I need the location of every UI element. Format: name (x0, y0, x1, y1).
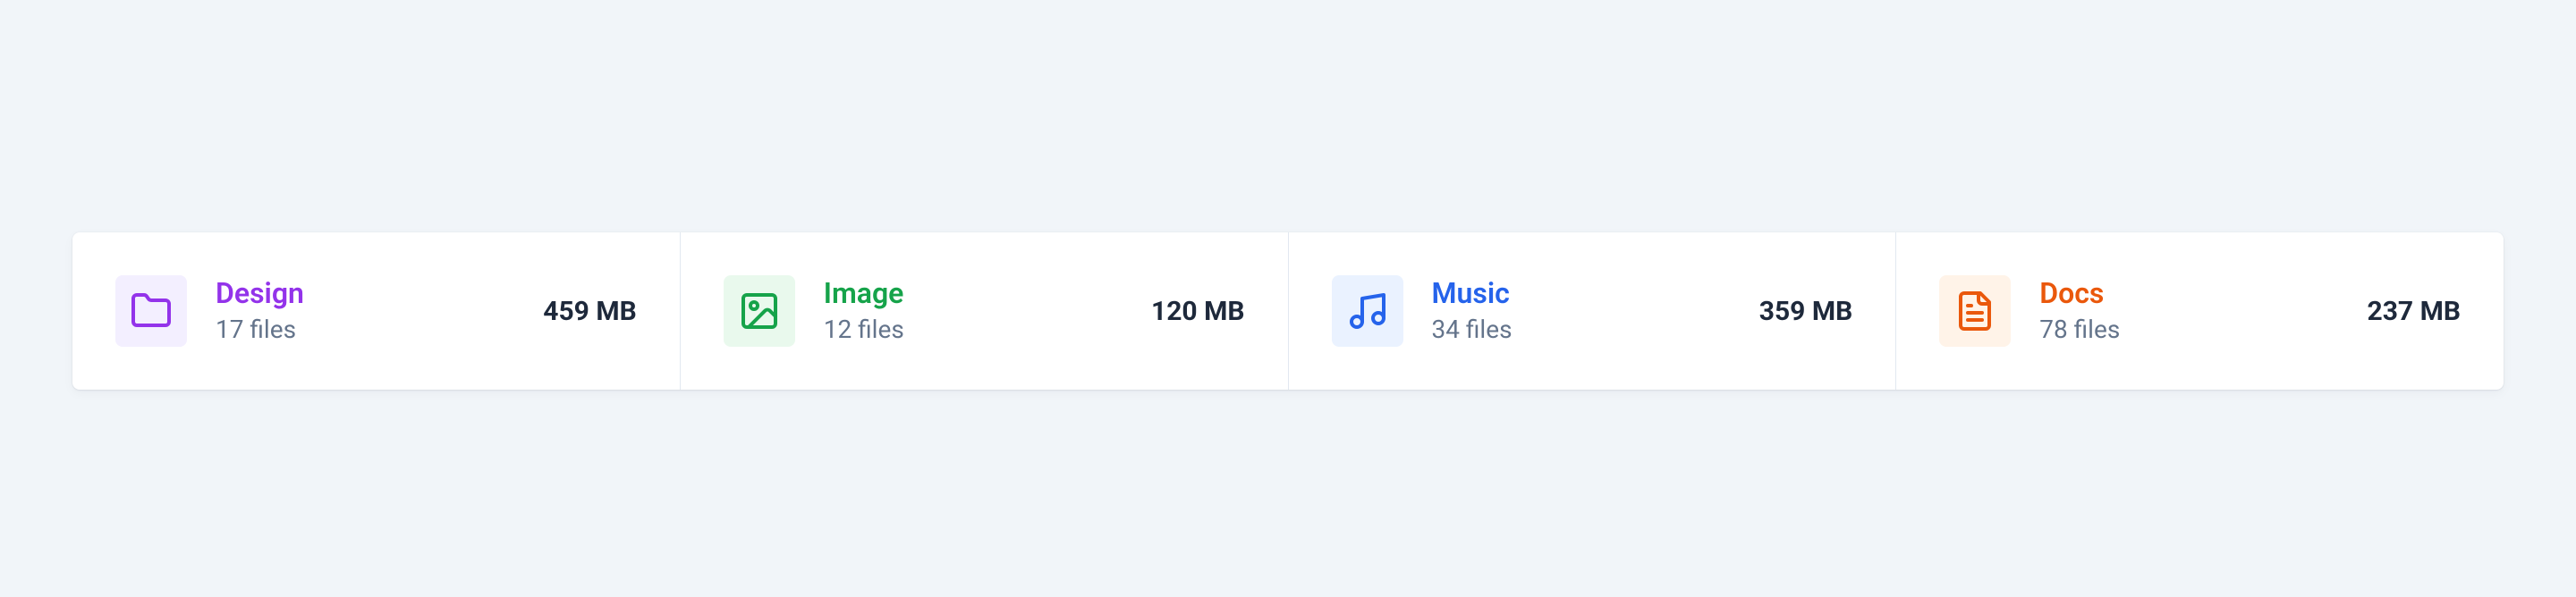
image-icon (724, 275, 795, 347)
folder-icon (115, 275, 187, 347)
category-card-image[interactable]: Image 12 files 120 MB (680, 232, 1288, 390)
music-icon (1332, 275, 1403, 347)
category-text-music: Music 34 files (1432, 278, 1513, 345)
category-name: Image (824, 278, 904, 309)
category-size: 359 MB (1759, 296, 1853, 327)
file-text-icon (1939, 275, 2011, 347)
category-size: 459 MB (543, 296, 637, 327)
storage-category-row: Design 17 files 459 MB Image 12 files 12… (72, 232, 2504, 390)
category-file-count: 12 files (824, 315, 904, 345)
category-text-image: Image 12 files (824, 278, 904, 345)
category-file-count: 17 files (216, 315, 304, 345)
category-name: Design (216, 278, 304, 309)
category-card-design[interactable]: Design 17 files 459 MB (72, 232, 680, 390)
category-name: Docs (2039, 278, 2120, 309)
category-file-count: 34 files (1432, 315, 1513, 345)
category-file-count: 78 files (2039, 315, 2120, 345)
category-size: 237 MB (2367, 296, 2461, 327)
category-name: Music (1432, 278, 1513, 309)
category-text-design: Design 17 files (216, 278, 304, 345)
category-card-music[interactable]: Music 34 files 359 MB (1288, 232, 1896, 390)
category-text-docs: Docs 78 files (2039, 278, 2120, 345)
category-card-docs[interactable]: Docs 78 files 237 MB (1895, 232, 2504, 390)
category-size: 120 MB (1151, 296, 1245, 327)
